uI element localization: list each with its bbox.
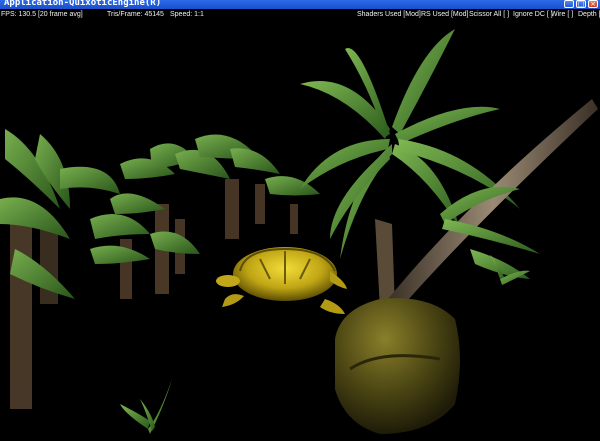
maximize-icon[interactable]: □ xyxy=(576,0,586,8)
render-viewport[interactable]: FPS: 130.5 [20 frame avg] Tris/Frame: 45… xyxy=(0,9,600,441)
shaders-used-toggle[interactable]: Shaders Used [Mod] xyxy=(357,9,421,20)
hud-stats-bar: FPS: 130.5 [20 frame avg] Tris/Frame: 45… xyxy=(0,9,600,21)
tris-readout: Tris/Frame: 45145 xyxy=(107,11,164,18)
scene-canvas xyxy=(0,29,598,434)
rs-used-toggle[interactable]: RS Used [Mod] xyxy=(421,9,468,20)
small-plant-bottom xyxy=(120,379,172,434)
depth-toggle[interactable]: Depth [ xyxy=(578,9,600,20)
minimize-icon[interactable]: _ xyxy=(564,0,574,8)
ignore-dc-toggle[interactable]: Ignore DC [ ] xyxy=(513,9,553,20)
scissor-all-toggle[interactable]: Scissor All [ ] xyxy=(469,9,509,20)
speed-readout: Speed: 1:1 xyxy=(170,11,204,18)
fps-readout: FPS: 130.5 [20 frame avg] xyxy=(1,11,83,18)
close-icon[interactable]: × xyxy=(588,0,598,8)
window-title: Application-QuixoticEngine(R) xyxy=(4,0,162,8)
wire-toggle[interactable]: Wire [ ] xyxy=(551,9,573,20)
title-bar[interactable]: Application-QuixoticEngine(R) _ □ × xyxy=(0,0,600,9)
turtle xyxy=(216,247,347,314)
window-controls: _ □ × xyxy=(564,0,598,9)
